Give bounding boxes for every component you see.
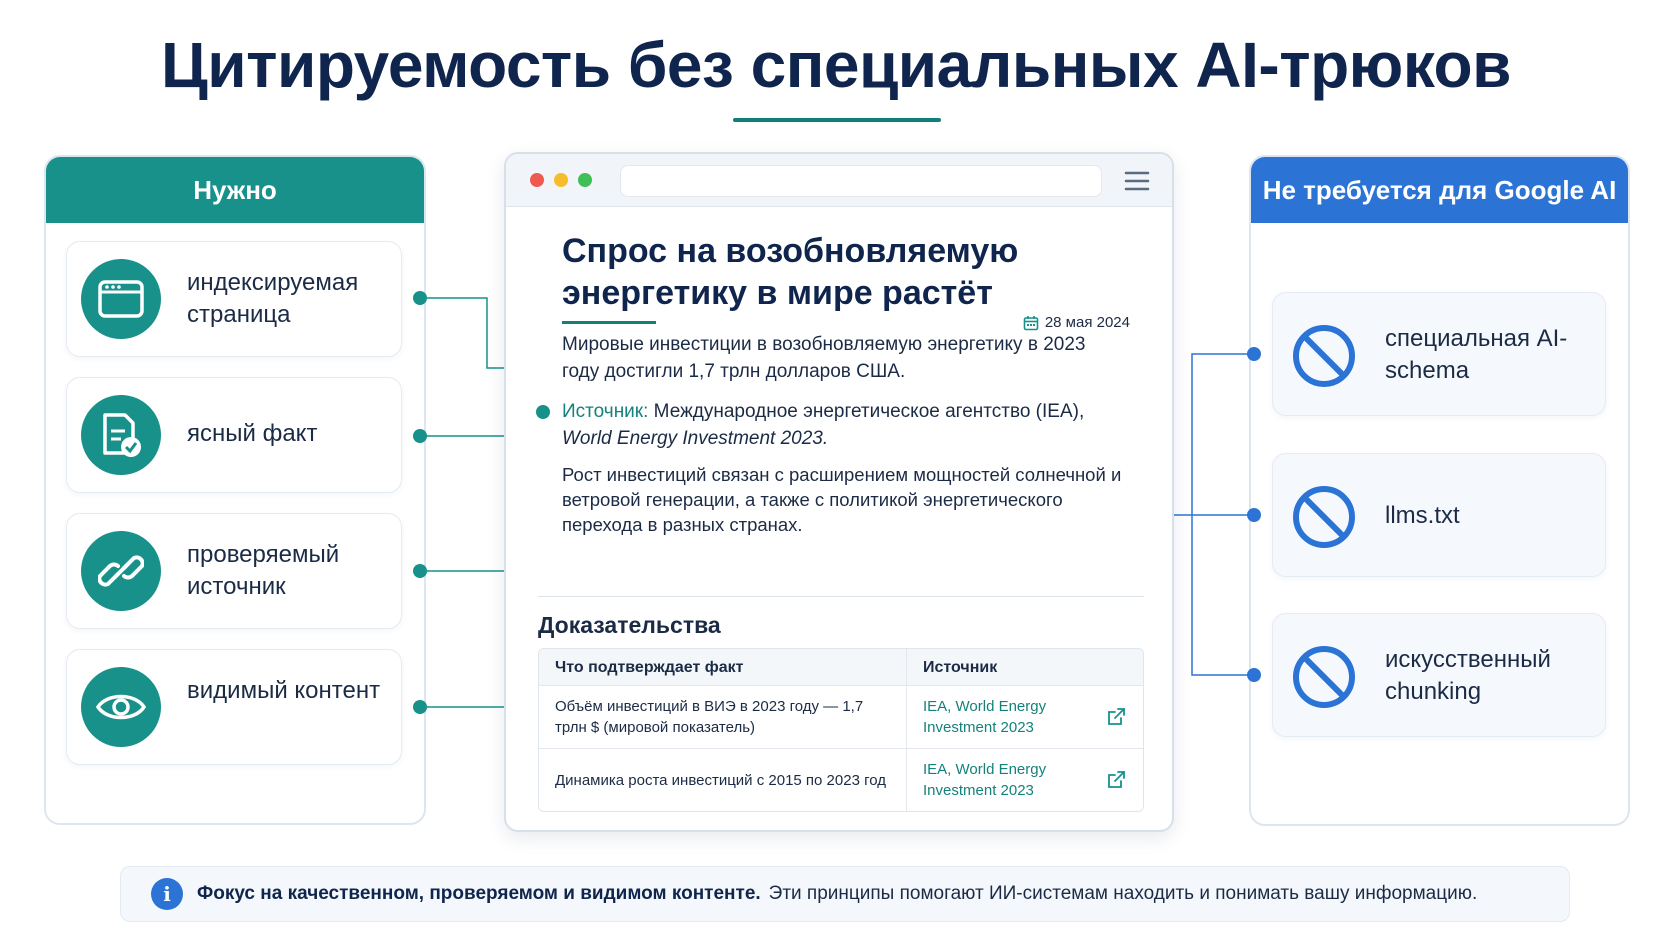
- connector-dot: [413, 700, 427, 714]
- footer-note: i Фокус на качественном, проверяемом и в…: [120, 866, 1570, 922]
- table-header-source: Источник: [923, 658, 998, 676]
- maximize-dot-icon: [578, 173, 592, 187]
- evidence-table: Что подтверждает факт Источник Объём инв…: [538, 648, 1144, 812]
- table-cell-fact: Объём инвестиций в ВИЭ в 2023 году — 1,7…: [539, 686, 907, 748]
- article-title: Спрос на возобновляемую энергетику в мир…: [562, 232, 1019, 312]
- table-cell-fact: Динамика роста инвестиций с 2015 по 2023…: [539, 749, 907, 811]
- browser-window-icon: [81, 259, 161, 339]
- document-check-icon: [81, 395, 161, 475]
- source-link[interactable]: IEA, World Energy Investment 2023: [923, 696, 1053, 738]
- not-required-panel-header: Не требуется для Google AI: [1251, 157, 1628, 223]
- eye-icon: [81, 667, 161, 747]
- not-required-item-ai-schema: специальная AI-schema: [1272, 292, 1606, 416]
- required-item-clear-fact: ясный факт: [66, 377, 402, 493]
- required-item-label: проверяемый источник: [187, 541, 340, 600]
- article-date-text: 28 мая 2024: [1044, 314, 1130, 331]
- browser-toolbar: [506, 154, 1172, 207]
- table-cell-source[interactable]: IEA, World Energy Investment 2023: [907, 686, 1143, 748]
- table-cell-source[interactable]: IEA, World Energy Investment 2023: [907, 749, 1143, 811]
- close-dot-icon: [530, 173, 544, 187]
- article-date: 28 мая 2024: [1023, 314, 1130, 331]
- required-item-visible-content: видимый контент: [66, 649, 402, 765]
- footer-strong-text: Фокус на качественном, проверяемом и вид…: [197, 883, 761, 904]
- required-item-label: индексируемая страница: [187, 269, 359, 328]
- connector-dot: [413, 291, 427, 305]
- not-required-item-llms-txt: llms.txt: [1272, 453, 1606, 577]
- link-icon: [81, 531, 161, 611]
- evidence-heading: Доказательства: [538, 612, 721, 638]
- table-header-row: Что подтверждает факт Источник: [539, 649, 1143, 685]
- table-row: Динамика роста инвестиций с 2015 по 2023…: [539, 748, 1143, 811]
- not-required-item-label: специальная AI-schema: [1385, 325, 1568, 384]
- section-divider: [538, 596, 1144, 597]
- required-item-verifiable-source: проверяемый источник: [66, 513, 402, 629]
- source-link[interactable]: IEA, World Energy Investment 2023: [923, 759, 1053, 801]
- example-article-browser: Спрос на возобновляемую энергетику в мир…: [504, 152, 1174, 832]
- not-required-item-label: llms.txt: [1385, 502, 1460, 529]
- table-header-fact: Что подтверждает факт: [539, 649, 907, 685]
- article-paragraph-1: Мировые инвестиции в возобновляемую энер…: [562, 334, 1086, 382]
- article-paragraph-2: Рост инвестиций связан с расширением мощ…: [562, 464, 1122, 535]
- info-icon: i: [151, 878, 183, 910]
- external-link-icon[interactable]: [1105, 706, 1127, 728]
- connector-dot: [413, 564, 427, 578]
- prohibited-icon: [1293, 325, 1355, 387]
- prohibited-icon: [1293, 646, 1355, 708]
- table-row: Объём инвестиций в ВИЭ в 2023 году — 1,7…: [539, 685, 1143, 748]
- address-bar[interactable]: [620, 165, 1102, 197]
- required-item-label: ясный факт: [187, 420, 318, 447]
- article-source: Источник: Международное энергетическое а…: [562, 398, 1122, 452]
- required-item-label: видимый контент: [187, 677, 381, 704]
- hamburger-menu-icon[interactable]: [1124, 170, 1150, 192]
- article-title-rule: [562, 321, 656, 324]
- external-link-icon[interactable]: [1105, 769, 1127, 791]
- minimize-dot-icon: [554, 173, 568, 187]
- required-panel-header: Нужно: [46, 157, 424, 223]
- calendar-icon: [1023, 315, 1039, 330]
- connector-dot: [1247, 668, 1261, 682]
- source-label: Источник:: [562, 401, 649, 422]
- source-text: Международное энергетическое агентство (…: [653, 401, 1085, 422]
- prohibited-icon: [1293, 486, 1355, 548]
- not-required-item-chunking: искусственный chunking: [1272, 613, 1606, 737]
- footer-text: Эти принципы помогают ИИ-системам находи…: [768, 883, 1478, 904]
- source-publication: World Energy Investment 2023.: [562, 428, 829, 449]
- source-connector-dot: [536, 405, 550, 419]
- connector-dot: [1247, 508, 1261, 522]
- required-item-indexable-page: индексируемая страница: [66, 241, 402, 357]
- connector-dot: [413, 429, 427, 443]
- connector-dot: [1247, 347, 1261, 361]
- not-required-item-label: искусственный chunking: [1385, 646, 1551, 705]
